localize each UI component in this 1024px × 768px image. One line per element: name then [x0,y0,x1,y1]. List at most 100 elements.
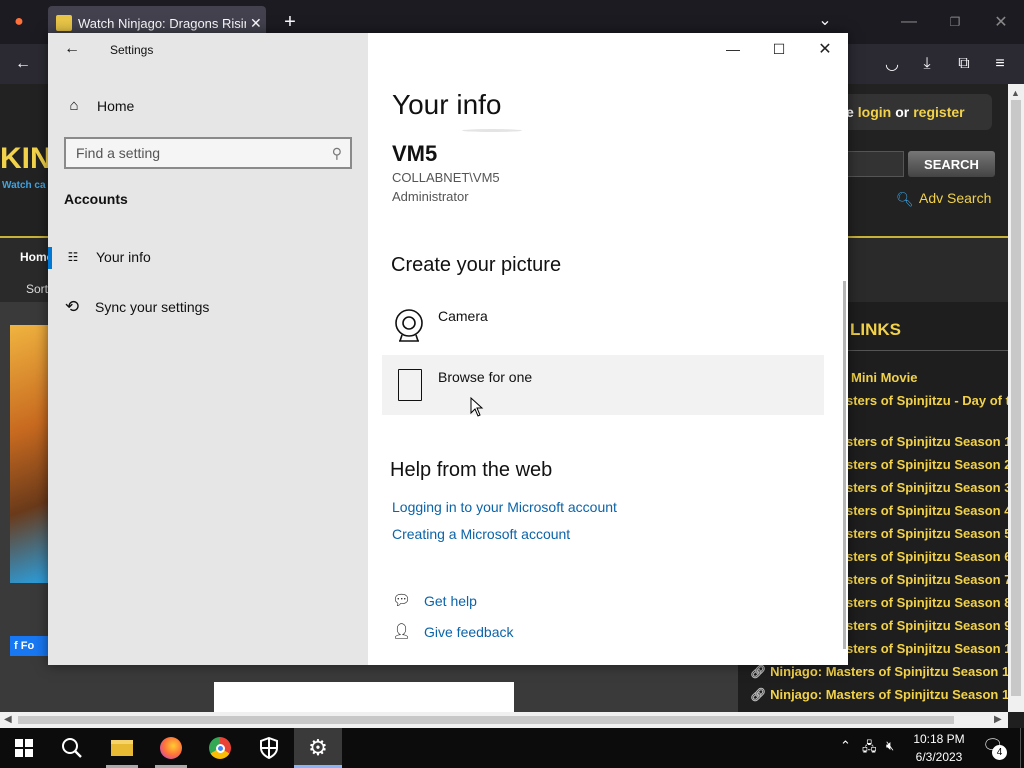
page-horizontal-scrollbar[interactable]: ◀ ▶ [0,712,1008,728]
search-button[interactable] [48,728,96,768]
help-link-logging-in[interactable]: Logging in to your Microsoft account [392,499,617,515]
link-item[interactable]: sters of Spinjitzu Season 9 [846,617,1008,635]
browser-tab-title: Watch Ninjago: Dragons Rising [78,15,246,31]
start-button[interactable] [0,728,48,768]
adv-search-link[interactable]: Adv Search [919,190,991,206]
search-placeholder: Find a setting [76,145,161,161]
back-icon[interactable]: ← [8,49,38,79]
section-heading: Accounts [64,191,128,207]
scroll-right-icon[interactable]: ▶ [994,714,1002,725]
site-tagline: Watch ca [2,180,46,191]
windows-icon [15,739,33,757]
link-item[interactable]: 🔗︎ Ninjago: Masters of Spinjitzu Season … [750,663,1008,681]
firefox-taskbar-button[interactable] [147,728,195,768]
gear-icon: ⚙ [308,735,328,760]
network-icon[interactable]: 🖧︎ [862,738,877,760]
maximize-button[interactable]: ☐ [756,33,802,65]
firefox-menu-icon[interactable]: ● [4,7,34,37]
clock[interactable]: 10:18 PM 6/3/2023 [912,732,966,764]
clock-date: 6/3/2023 [915,750,963,764]
feedback-icon: 👤︎ [392,623,412,640]
minimize-button[interactable]: — [710,33,756,65]
page-vertical-scrollbar[interactable]: ▲ [1008,84,1024,712]
show-hidden-icons-icon[interactable]: ⌃ [840,738,851,754]
mouse-cursor-icon [470,396,484,422]
show-desktop-button[interactable] [1020,728,1024,768]
facebook-label: Fo [20,640,35,652]
downloads-icon[interactable]: ⤓ [912,49,942,79]
login-link[interactable]: login [858,104,891,120]
movie-poster[interactable] [10,325,48,583]
link-item[interactable]: 🔗︎ Ninjago: Masters of Spinjitzu Season … [750,686,1008,704]
link-item[interactable]: sters of Spinjitzu - Day of t [846,392,1008,410]
site-search-button[interactable]: SEARCH [908,151,995,177]
firefox-icon [160,737,182,759]
login-box: e login or register [838,94,992,130]
contact-card-icon: ☷ [67,250,79,264]
hscroll-thumb[interactable] [18,716,954,724]
close-button[interactable]: ✕ [802,33,848,65]
notification-count-badge: 4 [992,745,1007,760]
camera-option[interactable]: Camera [394,308,824,346]
settings-title: Settings [110,43,154,57]
volume-muted-icon[interactable]: 🔇︎ [886,738,894,754]
link-item[interactable]: Mini Movie [851,369,917,387]
link-item[interactable]: sters of Spinjitzu Season 10 [846,640,1008,658]
sidebar-item-your-info[interactable]: ☷ Your info [63,249,151,265]
help-link-create-account[interactable]: Creating a Microsoft account [392,526,570,542]
give-feedback-link[interactable]: Give feedback [424,624,514,640]
register-link[interactable]: register [913,104,964,120]
user-name: VM5 [392,141,438,166]
sidebar-item-sync[interactable]: ⟲ Sync your settings [62,297,210,317]
nav-home[interactable]: ⌂ Home [64,97,134,114]
or-text: or [895,104,910,120]
selected-indicator [48,247,52,269]
browser-close-icon[interactable]: ✕ [986,7,1016,37]
browse-label: Browse for one [438,369,533,385]
nav-sort[interactable]: Sort [26,282,48,296]
link-item[interactable]: sters of Spinjitzu Season 2 [846,456,1008,474]
scroll-thumb[interactable] [1011,100,1021,696]
find-setting-input[interactable]: Find a setting ⚲ [64,137,352,169]
action-center-button[interactable]: 🗨︎ 4 [982,736,1010,760]
help-heading: Help from the web [390,459,553,481]
scroll-left-icon[interactable]: ◀ [4,714,12,725]
settings-sidebar: ← Settings ⌂ Home Find a setting ⚲ Accou… [48,33,368,665]
tab-list-icon[interactable]: ⌄ [810,5,840,35]
settings-taskbar-button[interactable]: ⚙ [294,728,342,768]
back-arrow-icon[interactable]: ← [64,40,80,58]
hamburger-menu-icon[interactable]: ≡ [985,49,1015,79]
chrome-taskbar-button[interactable] [196,728,244,768]
link-item[interactable]: sters of Spinjitzu Season 1 [846,433,1008,451]
taskbar: ⚙ ⌃ 🖧︎ 🔇︎ 10:18 PM 6/3/2023 🗨︎ 4 [0,728,1024,768]
link-item[interactable]: sters of Spinjitzu Season 6 [846,548,1008,566]
pocket-icon[interactable]: ◡ [877,49,907,79]
get-help-icon: 💬︎ [392,592,412,609]
browse-option[interactable]: Browse for one [382,355,824,415]
file-icon [398,369,422,401]
content-scrollbar[interactable] [843,281,846,649]
file-explorer-button[interactable] [98,728,146,768]
white-ad-box [214,682,514,712]
link-icon: 🔗︎ [750,664,771,679]
link-item[interactable]: sters of Spinjitzu Season 5 [846,525,1008,543]
link-item[interactable]: sters of Spinjitzu Season 3 [846,479,1008,497]
facebook-follow-button[interactable]: f Fo [10,636,50,656]
clock-time: 10:18 PM [913,732,965,746]
get-help-link[interactable]: Get help [424,593,477,609]
sidebar-item-label: Your info [96,249,151,265]
browser-minimize-icon[interactable]: — [894,7,924,37]
search-icon [62,738,82,758]
link-item[interactable]: sters of Spinjitzu Season 8 [846,594,1008,612]
page-title: Your info [392,89,502,120]
home-icon: ⌂ [69,97,79,114]
tab-close-icon[interactable]: ✕ [250,15,262,32]
browser-restore-icon[interactable]: ❐ [940,7,970,37]
sidebar-item-label: Sync your settings [95,299,210,315]
extensions-icon[interactable]: ⧉ [949,49,979,79]
link-item[interactable]: sters of Spinjitzu Season 7 [846,571,1008,589]
site-favicon-icon [56,15,72,31]
scroll-up-icon[interactable]: ▲ [1011,88,1020,98]
security-taskbar-button[interactable] [245,728,293,768]
link-item[interactable]: sters of Spinjitzu Season 4 [846,502,1008,520]
